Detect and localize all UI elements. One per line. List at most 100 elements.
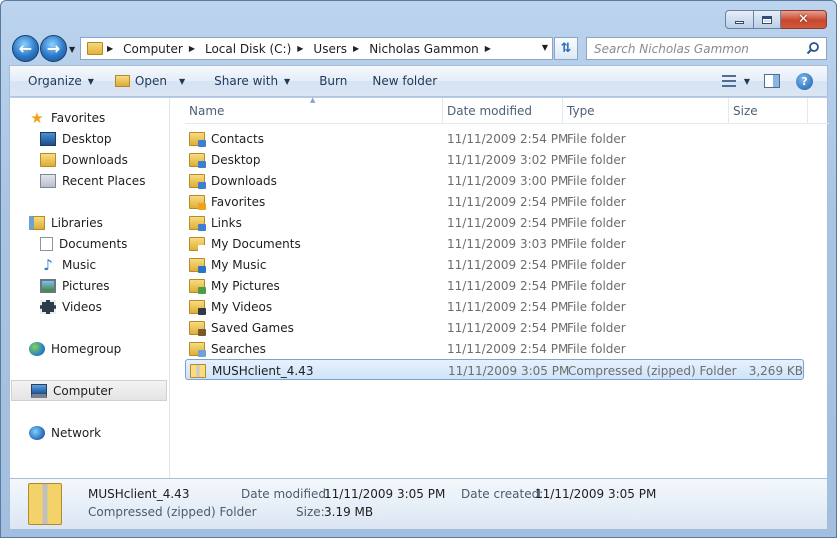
nav-videos[interactable]: Videos: [10, 296, 168, 317]
column-type[interactable]: Type: [563, 98, 729, 124]
change-view-icon[interactable]: [721, 75, 736, 87]
zip-folder-icon: [28, 483, 62, 525]
file-date-cell: 11/11/2009 2:54 PM: [447, 341, 569, 356]
chevron-down-icon[interactable]: ▼: [744, 77, 750, 86]
maximize-button[interactable]: [754, 10, 781, 29]
folder-icon: [189, 215, 206, 231]
share-with-button[interactable]: Share with ▼: [194, 66, 299, 96]
chevron-right-icon: ▶: [107, 44, 114, 53]
breadcrumb-users[interactable]: Users ▶: [313, 42, 369, 56]
close-button[interactable]: ✕: [781, 10, 827, 29]
file-type-cell: File folder: [567, 299, 626, 314]
search-icon[interactable]: [806, 41, 820, 55]
details-size-label: Size:: [296, 505, 325, 519]
breadcrumb-root[interactable]: ▶: [107, 44, 123, 53]
column-date-modified[interactable]: Date modified: [443, 98, 563, 124]
file-size-cell: [733, 317, 802, 338]
file-name-cell: Searches: [189, 338, 266, 359]
nav-recent-places[interactable]: Recent Places: [10, 170, 168, 191]
file-date-cell: 11/11/2009 2:54 PM: [447, 257, 569, 272]
nav-pictures[interactable]: Pictures: [10, 275, 168, 296]
chevron-down-icon: ▼: [178, 76, 186, 86]
nav-music[interactable]: ♪ Music: [10, 254, 168, 275]
file-name-cell: Desktop: [189, 149, 261, 170]
minimize-button[interactable]: [725, 10, 754, 29]
nav-network[interactable]: Network: [10, 422, 168, 443]
new-folder-button[interactable]: New folder: [356, 66, 446, 96]
file-row[interactable]: My Videos 11/11/2009 2:54 PM File folder: [185, 296, 829, 317]
chevron-right-icon: ▶: [484, 44, 491, 53]
folder-badge-icon: [198, 328, 206, 336]
forward-button[interactable]: →: [40, 35, 67, 62]
file-type-cell: File folder: [567, 257, 626, 272]
open-button[interactable]: Open ▼: [103, 66, 194, 96]
help-icon[interactable]: ?: [796, 72, 813, 90]
file-row[interactable]: Links 11/11/2009 2:54 PM File folder: [185, 212, 829, 233]
file-name-cell: Saved Games: [189, 317, 294, 338]
nav-computer[interactable]: Computer: [11, 380, 167, 401]
file-date-cell: 11/11/2009 3:05 PM: [448, 363, 570, 378]
burn-button[interactable]: Burn: [299, 66, 356, 96]
downloads-folder-icon: [40, 152, 56, 167]
nav-downloads[interactable]: Downloads: [10, 149, 168, 170]
details-date-modified-value: 11/11/2009 3:05 PM: [324, 487, 446, 501]
recent-places-icon: [40, 173, 56, 188]
file-list: ▲ Name Date modified Type Size Contacts 1…: [185, 96, 829, 478]
search-input[interactable]: [587, 41, 797, 56]
folder-badge-icon: [198, 349, 206, 357]
file-row[interactable]: Favorites 11/11/2009 2:54 PM File folder: [185, 191, 829, 212]
organize-button[interactable]: Organize ▼: [10, 66, 103, 96]
favorites-group: ★ Favorites Desktop Downloads Recent Plac…: [10, 107, 168, 191]
nav-favorites[interactable]: ★ Favorites: [10, 107, 168, 128]
breadcrumb-nicholas-gammon[interactable]: Nicholas Gammon ▶: [369, 42, 501, 56]
breadcrumb-computer[interactable]: Computer ▶: [123, 42, 205, 56]
details-file-type: Compressed (zipped) Folder: [88, 505, 257, 519]
back-button[interactable]: ←: [12, 35, 39, 62]
file-row[interactable]: My Documents 11/11/2009 3:03 PM File folde…: [185, 233, 829, 254]
file-row[interactable]: MUSHclient_4.43 11/11/2009 3:05 PM Compres…: [185, 359, 804, 380]
column-name[interactable]: Name: [185, 98, 443, 124]
folder-icon: [189, 173, 206, 189]
file-date-cell: 11/11/2009 2:54 PM: [447, 278, 569, 293]
homegroup-group: Homegroup: [10, 338, 168, 359]
file-row[interactable]: My Pictures 11/11/2009 2:54 PM File folder: [185, 275, 829, 296]
file-row[interactable]: Desktop 11/11/2009 3:02 PM File folder: [185, 149, 829, 170]
nav-documents[interactable]: Documents: [10, 233, 168, 254]
breadcrumb-local-disk[interactable]: Local Disk (C:) ▶: [205, 42, 313, 56]
preview-pane-icon[interactable]: [764, 74, 780, 88]
folder-icon: [189, 194, 206, 210]
file-size-cell: [733, 296, 802, 317]
nav-homegroup[interactable]: Homegroup: [10, 338, 168, 359]
file-name-cell: My Pictures: [189, 275, 280, 296]
column-size[interactable]: Size: [729, 98, 808, 124]
libraries-icon: [29, 215, 45, 230]
address-bar[interactable]: ▶ Computer ▶ Local Disk (C:) ▶ Users ▶ Nich…: [80, 37, 553, 60]
nav-libraries[interactable]: Libraries: [10, 212, 168, 233]
desktop-icon: [40, 131, 56, 146]
file-rows: Contacts 11/11/2009 2:54 PM File folder Des…: [185, 124, 829, 380]
file-size-cell: [733, 170, 802, 191]
open-folder-icon: [114, 75, 130, 87]
recent-pages-dropdown[interactable]: ▼: [69, 45, 75, 54]
file-type-cell: File folder: [567, 131, 626, 146]
pictures-icon: [40, 278, 56, 293]
details-size-value: 3.19 MB: [324, 505, 374, 519]
chevron-right-icon: ▶: [353, 44, 360, 53]
file-row[interactable]: Saved Games 11/11/2009 2:54 PM File folder: [185, 317, 829, 338]
address-dropdown-icon[interactable]: ▼: [542, 43, 548, 52]
file-type-cell: File folder: [567, 236, 626, 251]
file-date-cell: 11/11/2009 3:00 PM: [447, 173, 569, 188]
file-size-cell: [733, 212, 802, 233]
refresh-button[interactable]: ⇅: [554, 37, 578, 60]
file-row[interactable]: Contacts 11/11/2009 2:54 PM File folder: [185, 128, 829, 149]
search-box[interactable]: [586, 37, 827, 60]
file-size-cell: [733, 275, 802, 296]
details-date-created-label: Date created:: [461, 487, 544, 501]
details-date-modified-label: Date modified:: [241, 487, 331, 501]
file-row[interactable]: Downloads 11/11/2009 3:00 PM File folder: [185, 170, 829, 191]
folder-icon: [189, 341, 206, 357]
folder-icon: [189, 299, 206, 315]
nav-desktop[interactable]: Desktop: [10, 128, 168, 149]
file-row[interactable]: My Music 11/11/2009 2:54 PM File folder: [185, 254, 829, 275]
file-row[interactable]: Searches 11/11/2009 2:54 PM File folder: [185, 338, 829, 359]
